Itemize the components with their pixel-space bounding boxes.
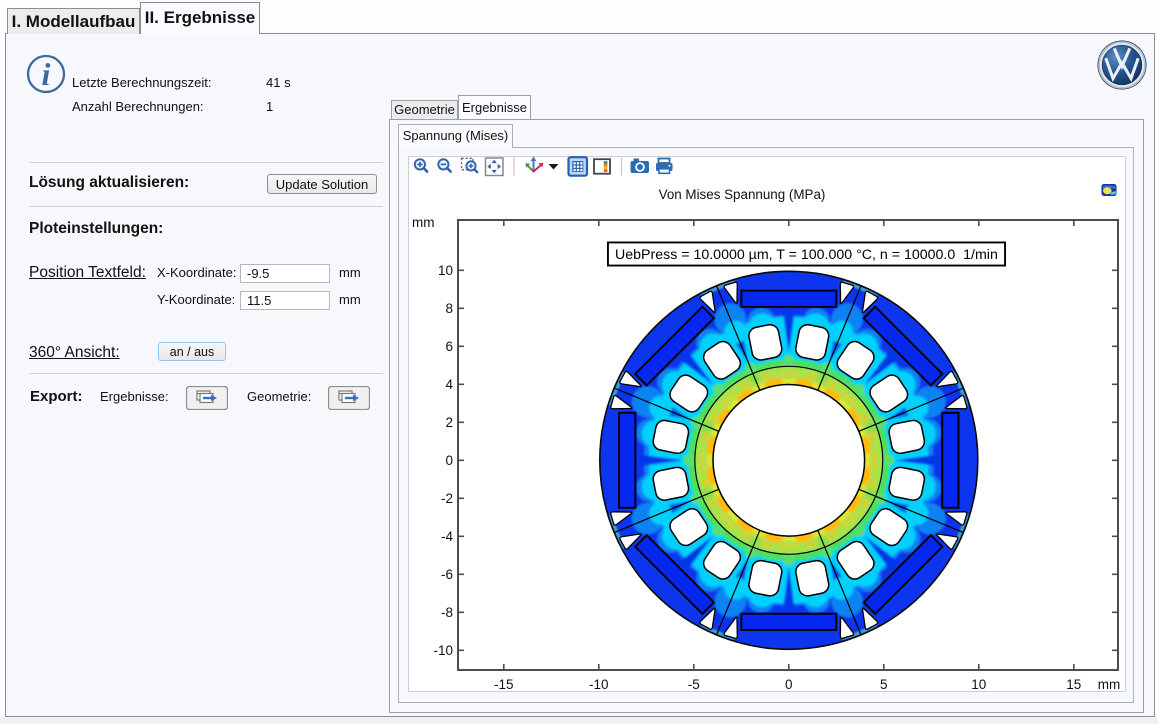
svg-text:UebPress = 10.0000 µm, T = 100: UebPress = 10.0000 µm, T = 100.000 °C, n… [615,247,998,263]
svg-text:-2: -2 [441,491,453,506]
svg-text:mm: mm [412,215,435,230]
svg-text:Von Mises Spannung (MPa): Von Mises Spannung (MPa) [659,187,826,202]
svg-text:0: 0 [785,677,793,692]
svg-text:-4: -4 [441,529,453,544]
svg-text:-5: -5 [688,677,700,692]
svg-text:6: 6 [445,339,453,354]
svg-text:-10: -10 [433,643,453,658]
svg-text:10: 10 [971,677,986,692]
svg-text:2: 2 [445,415,453,430]
svg-text:-15: -15 [494,677,514,692]
svg-text:8: 8 [445,301,453,316]
svg-text:i: i [42,56,51,92]
svg-text:-8: -8 [441,605,453,620]
svg-text:-6: -6 [441,567,453,582]
svg-text:mm: mm [1098,677,1121,692]
svg-text:-10: -10 [589,677,609,692]
svg-text:4: 4 [445,377,453,392]
svg-text:15: 15 [1066,677,1081,692]
svg-text:0: 0 [445,453,453,468]
svg-text:5: 5 [880,677,888,692]
svg-text:10: 10 [438,263,453,278]
